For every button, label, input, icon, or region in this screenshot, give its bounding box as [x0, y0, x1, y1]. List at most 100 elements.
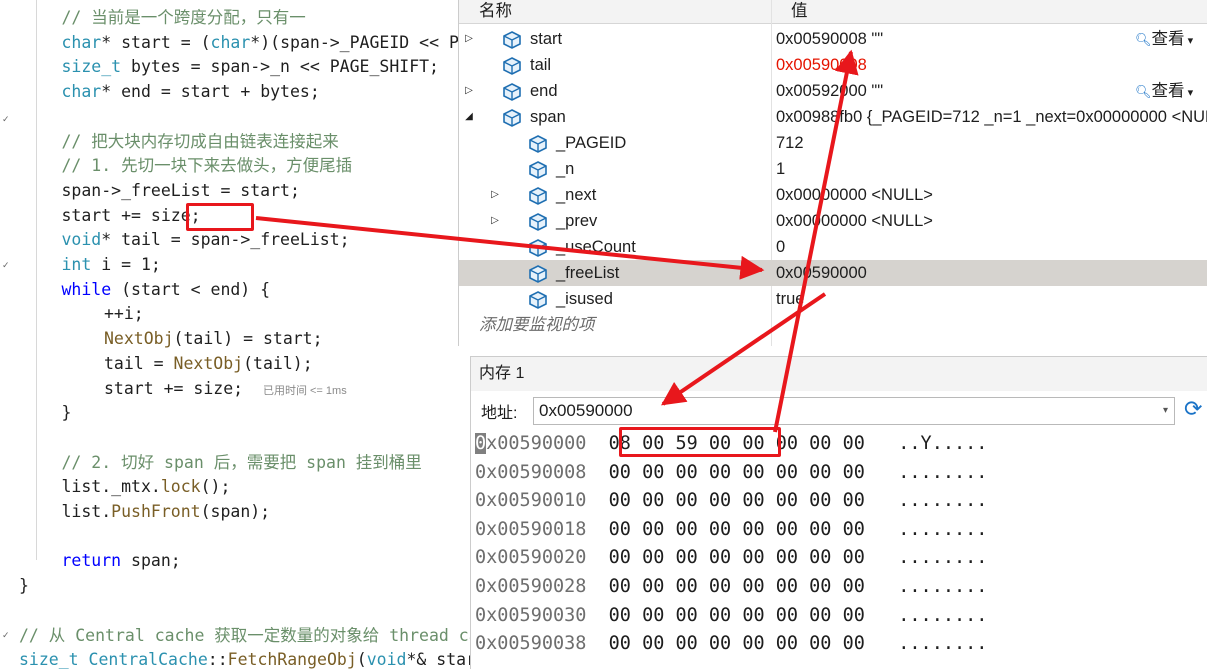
annotation-box-first-bytes — [619, 427, 781, 457]
watch-value[interactable]: 0 — [776, 234, 785, 260]
memory-row-bytes[interactable]: 00 00 00 00 00 00 00 00 — [609, 605, 865, 626]
memory-row[interactable]: 0x00590020 00 00 00 00 00 00 00 00 .....… — [475, 544, 987, 573]
code-line[interactable]: NextObj(tail) = start; — [104, 327, 323, 352]
memory-row-bytes[interactable]: 00 00 00 00 00 00 00 00 — [609, 490, 865, 511]
code-line[interactable]: ++i; — [104, 302, 144, 327]
view-visualizer-button[interactable]: 🔍︎查看 ▾ — [1135, 26, 1193, 54]
code-line[interactable]: // 把大块内存切成自由链表连接起来 — [62, 130, 339, 155]
code-line[interactable]: return span; — [62, 549, 181, 574]
code-line[interactable]: // 2. 切好 span 后，需要把 span 挂到桶里 — [62, 451, 422, 476]
watch-row-PAGEID[interactable]: _PAGEID 712 — [459, 130, 1207, 156]
code-token: (tail) = start; — [173, 329, 323, 349]
fold-marker[interactable]: ✓ — [2, 116, 10, 125]
code-line[interactable]: list._mtx.lock(); — [62, 475, 231, 500]
add-watch-placeholder[interactable]: 添加要监视的项 — [479, 312, 595, 338]
code-line[interactable]: void* tail = span->_freeList; — [62, 228, 350, 253]
code-line[interactable]: int i = 1; — [62, 253, 161, 278]
memory-row[interactable]: 0x00590038 00 00 00 00 00 00 00 00 .....… — [475, 630, 987, 659]
magnifier-icon: 🔍︎ — [1135, 84, 1152, 99]
code-line[interactable]: } — [62, 401, 72, 426]
memory-row[interactable]: 0x00590018 00 00 00 00 00 00 00 00 .....… — [475, 516, 987, 545]
memory-row-bytes[interactable]: 00 00 00 00 00 00 00 00 — [609, 462, 865, 483]
watch-row-isused[interactable]: _isused true — [459, 286, 1207, 312]
triangle-down-icon[interactable]: ◢ — [463, 104, 475, 130]
refresh-icon[interactable]: ⟳ — [1184, 397, 1207, 425]
watch-row-prev[interactable]: ▷ _prev 0x00000000 <NULL> — [459, 208, 1207, 234]
watch-value[interactable]: 0x00988fb0 {_PAGEID=712 _n=1 _next=0x000… — [776, 104, 1207, 130]
memory-caret: 0 — [475, 433, 487, 454]
memory-row-bytes[interactable]: 00 00 00 00 00 00 00 00 — [609, 547, 865, 568]
code-line[interactable]: size_t CentralCache::FetchRangeObj(void*… — [19, 648, 470, 669]
watch-value[interactable]: 0x00590000 — [776, 260, 867, 286]
watch-row-tail[interactable]: tail 0x00590008 — [459, 52, 1207, 78]
watch-row-freeList[interactable]: _freeList 0x00590000 — [459, 260, 1207, 286]
name-column-header[interactable]: 名称 — [459, 0, 771, 24]
chevron-down-icon[interactable]: ▾ — [1163, 398, 1168, 424]
view-visualizer-button[interactable]: 🔍︎查看 ▾ — [1135, 78, 1193, 106]
memory-row[interactable]: 0x00590028 00 00 00 00 00 00 00 00 .....… — [475, 573, 987, 602]
code-line[interactable]: // 当前是一个跨度分配，只有一 — [62, 6, 306, 31]
watch-row-n[interactable]: _n 1 — [459, 156, 1207, 182]
code-token: start += size; — [61, 205, 201, 225]
code-token: // 当前是一个跨度分配，只有一 — [61, 8, 306, 27]
watch-value[interactable]: 0x00000000 <NULL> — [776, 208, 933, 234]
code-token: span; — [121, 551, 181, 571]
watch-value[interactable]: 0x00000000 <NULL> — [776, 182, 933, 208]
code-line[interactable]: char* start = (char*)(span->_PAGEID << P… — [62, 31, 471, 56]
watch-value[interactable]: 1 — [776, 156, 785, 182]
watch-row-end[interactable]: ▷ end 0x00592000 "" 🔍︎查看 ▾ — [459, 78, 1207, 104]
code-line[interactable]: list.PushFront(span); — [62, 500, 271, 525]
memory-row[interactable]: 0x00590010 00 00 00 00 00 00 00 00 .....… — [475, 487, 987, 516]
watch-row-start[interactable]: ▷ start 0x00590008 "" 🔍︎查看 ▾ — [459, 26, 1207, 52]
code-line[interactable]: char* end = start + bytes; — [62, 80, 320, 105]
fold-marker[interactable]: ✓ — [2, 262, 10, 271]
fold-marker[interactable]: ✓ — [2, 632, 10, 641]
field-cube-icon — [502, 109, 522, 127]
code-token: list. — [61, 502, 112, 521]
code-line[interactable]: start += size; — [62, 204, 201, 229]
triangle-right-icon[interactable]: ▷ — [463, 26, 475, 52]
chevron-down-icon[interactable]: ▾ — [1185, 35, 1194, 47]
chevron-down-icon[interactable]: ▾ — [1185, 87, 1194, 99]
memory-row[interactable]: 0x00590030 00 00 00 00 00 00 00 00 .....… — [475, 602, 987, 631]
code-token: char — [210, 32, 251, 52]
value-column-header[interactable]: 值 — [771, 0, 808, 24]
code-token: (); — [200, 477, 231, 497]
code-line[interactable]: size_t bytes = span->_n << PAGE_SHIFT; — [62, 55, 440, 80]
code-line[interactable]: tail = NextObj(tail); — [104, 352, 313, 377]
code-token: *)(span->_PAGEID << PAGE_SHIFT); — [250, 32, 470, 52]
code-line[interactable]: span->_freeList = start; — [62, 179, 300, 204]
watch-name: span — [530, 108, 566, 126]
code-line[interactable]: while (start < end) { — [62, 278, 271, 303]
address-input[interactable]: 0x00590000 ▾ — [533, 397, 1175, 425]
code-token: NextObj — [104, 329, 174, 349]
code-token: * tail = span->_freeList; — [101, 230, 350, 250]
code-line[interactable]: // 从 Central cache 获取一定数量的对象给 thread cac… — [19, 624, 470, 649]
code-line[interactable]: } — [19, 574, 29, 599]
code-editor[interactable]: ✓ ✓ ✓ // 当前是一个跨度分配，只有一 char* start = (cha… — [0, 0, 470, 669]
watch-value[interactable]: 0x00590008 — [776, 52, 867, 78]
watch-value[interactable]: 0x00590008 "" — [776, 26, 883, 52]
watch-row-span[interactable]: ◢ span 0x00988fb0 {_PAGEID=712 _n=1 _next=… — [459, 104, 1207, 130]
watch-value[interactable]: true — [776, 286, 804, 312]
memory-row-ascii: ..Y..... — [898, 433, 988, 454]
code-token: size_t — [19, 650, 79, 669]
watch-row-useCount[interactable]: _useCount 0 — [459, 234, 1207, 260]
triangle-right-icon[interactable]: ▷ — [489, 182, 501, 208]
triangle-right-icon[interactable]: ▷ — [463, 78, 475, 104]
field-cube-icon — [528, 135, 548, 153]
code-line[interactable]: // 1. 先切一块下来去做头，方便尾插 — [62, 154, 353, 179]
add-watch-row[interactable]: 添加要监视的项 — [459, 312, 1207, 338]
triangle-right-icon[interactable]: ▷ — [489, 208, 501, 234]
memory-row-bytes[interactable]: 00 00 00 00 00 00 00 00 — [609, 576, 865, 597]
memory-row-bytes[interactable]: 00 00 00 00 00 00 00 00 — [609, 633, 865, 654]
memory-row[interactable]: 0x00590008 00 00 00 00 00 00 00 00 .....… — [475, 459, 987, 488]
watch-value[interactable]: 0x00592000 "" — [776, 78, 883, 104]
watch-value[interactable]: 712 — [776, 130, 804, 156]
memory-row-bytes[interactable]: 00 00 00 00 00 00 00 00 — [609, 519, 865, 540]
code-line[interactable]: start += size; 已用时间 <= 1ms — [104, 377, 347, 402]
memory-row-ascii: ........ — [898, 633, 988, 655]
watch-row-next[interactable]: ▷ _next 0x00000000 <NULL> — [459, 182, 1207, 208]
code-token: char — [61, 32, 102, 52]
